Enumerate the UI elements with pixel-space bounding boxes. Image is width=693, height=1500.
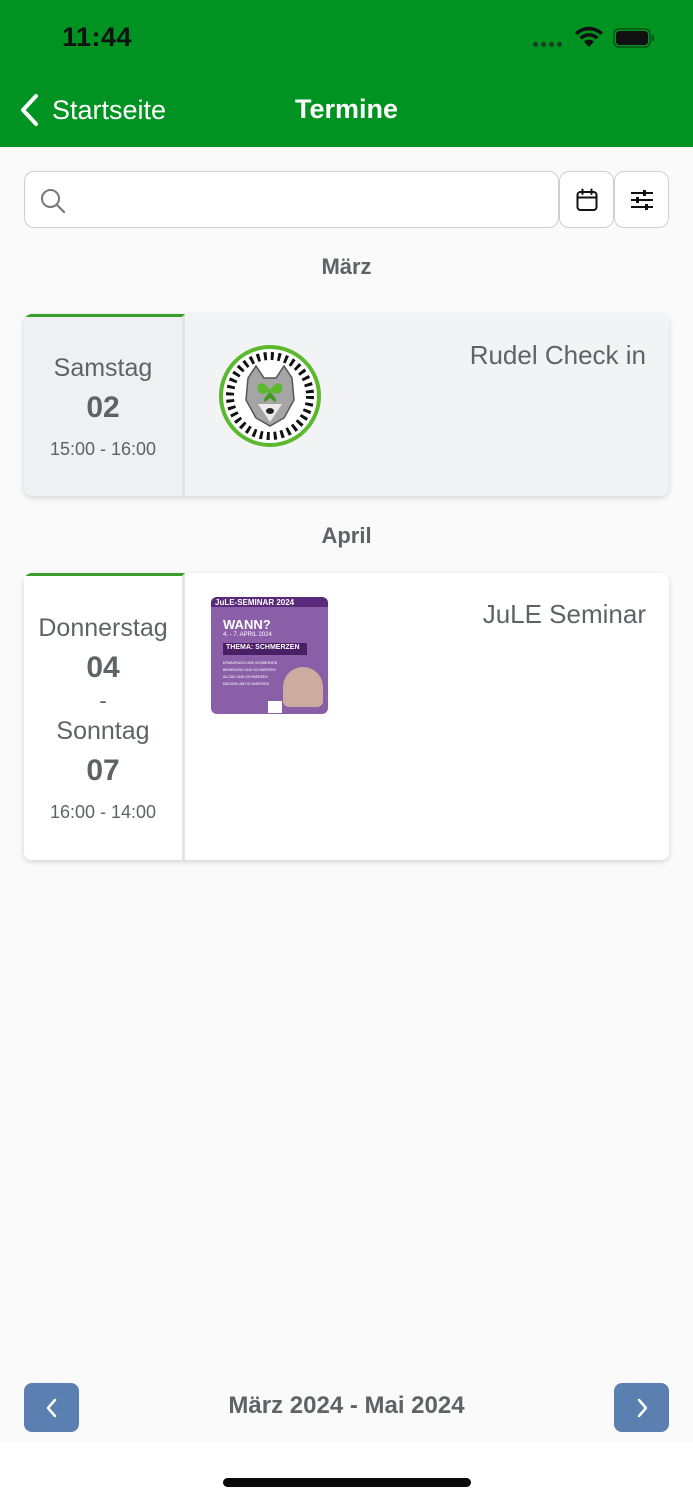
- poster-person-figure: [283, 667, 323, 707]
- wolf-logo-icon: [219, 345, 321, 447]
- month-header-april: April: [321, 523, 372, 548]
- event-time-range: 16:00 - 14:00: [49, 801, 157, 822]
- poster-topic: BEWEGUNG UND SCHMERZEN: [223, 668, 276, 672]
- chevron-right-icon: [637, 1398, 647, 1417]
- event-weekday: Samstag: [53, 353, 153, 382]
- event-card-rudel-check-in[interactable]: Samstag 02 15:00 - 16:00 Rudel Check in: [24, 314, 669, 496]
- wifi-icon: [575, 26, 603, 47]
- event-end-day-number: 07: [86, 753, 120, 787]
- search-icon: [41, 189, 66, 214]
- calendar-button[interactable]: [559, 171, 614, 228]
- filter-button[interactable]: [614, 171, 669, 228]
- event-date-column: Donnerstag 04 - Sonntag 07 16:00 - 14:00: [24, 573, 185, 860]
- date-range-separator: -: [99, 687, 107, 713]
- event-title: Rudel Check in: [469, 340, 646, 370]
- poster-headline: WANN?: [223, 617, 271, 632]
- page-title: Termine: [294, 94, 399, 124]
- search-input[interactable]: [77, 180, 547, 220]
- sliders-icon: [630, 189, 653, 210]
- event-start-weekday: Donnerstag: [38, 613, 168, 642]
- event-day-number: 02: [86, 390, 120, 424]
- poster-topic: MEDIZIN UND SCHMERZEN: [223, 682, 270, 686]
- date-range-label: März 2024 - Mai 2024: [228, 1392, 465, 1419]
- month-header-maerz: März: [321, 254, 372, 279]
- battery-icon: [613, 28, 654, 48]
- poster-banner: JuLE-SEMINAR 2024: [215, 598, 295, 607]
- poster-dates: 4. - 7. APRIL 2024: [223, 632, 272, 638]
- home-indicator: [223, 1478, 471, 1487]
- navigation-header: 11:44 Startseite Termine: [0, 0, 693, 147]
- event-title: JuLE Seminar: [482, 599, 646, 629]
- poster-theme: THEMA: SCHMERZEN: [226, 644, 300, 651]
- event-date-column: Samstag 02 15:00 - 16:00: [24, 314, 185, 496]
- cellular-signal-icon: [533, 42, 562, 47]
- qr-code-icon: [268, 701, 282, 713]
- event-poster-image: JuLE-SEMINAR 2024 WANN? 4. - 7. APRIL 20…: [211, 597, 328, 714]
- status-time: 11:44: [62, 22, 133, 52]
- bottom-safe-area: [0, 1442, 693, 1500]
- event-end-weekday: Sonntag: [56, 716, 150, 745]
- poster-topics: ERNÄHRUNG UND SCHMERZEN BEWEGUNG UND SCH…: [223, 660, 277, 688]
- poster-topic: ALLTAG UND SCHMERZEN: [223, 675, 268, 679]
- event-card-jule-seminar[interactable]: Donnerstag 04 - Sonntag 07 16:00 - 14:00…: [24, 573, 669, 860]
- poster-topic: ERNÄHRUNG UND SCHMERZEN: [223, 661, 278, 665]
- next-page-button[interactable]: [614, 1383, 669, 1432]
- event-start-day-number: 04: [86, 650, 120, 684]
- search-field[interactable]: [24, 171, 559, 228]
- calendar-icon: [576, 188, 597, 211]
- event-time-range: 15:00 - 16:00: [49, 438, 157, 459]
